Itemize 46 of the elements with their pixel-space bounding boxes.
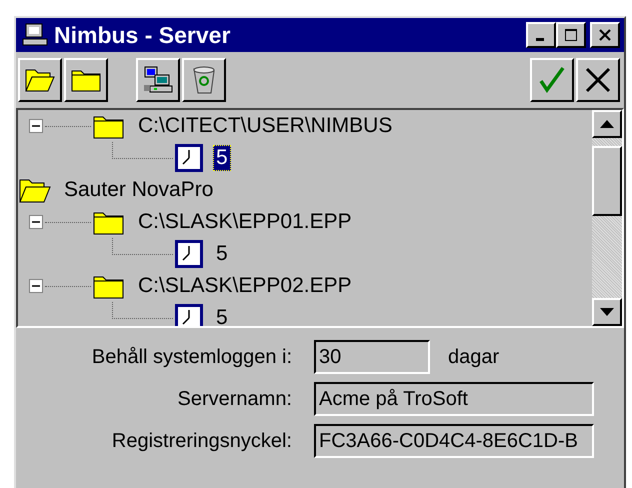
minimize-button[interactable] <box>526 22 556 48</box>
cancel-button[interactable] <box>576 58 620 102</box>
open-folder-button[interactable] <box>18 58 62 102</box>
close-button[interactable] <box>590 22 620 48</box>
maximize-button[interactable] <box>556 22 586 48</box>
scroll-down-button[interactable] <box>592 298 622 326</box>
scroll-thumb[interactable] <box>592 146 622 216</box>
maximize-icon <box>564 28 578 42</box>
tree-item[interactable]: 5 <box>213 305 231 326</box>
tree-item[interactable]: 5 <box>213 145 231 171</box>
clock-icon <box>175 304 203 326</box>
clock-icon <box>175 144 203 172</box>
collapse-icon[interactable] <box>29 215 43 229</box>
minimize-icon <box>536 38 544 40</box>
window-title: Nimbus - Server <box>54 22 230 48</box>
cross-icon <box>583 65 613 95</box>
unit-label: dagar <box>448 346 500 368</box>
folder-button[interactable] <box>64 58 108 102</box>
tree-item[interactable]: Sauter NovaPro <box>61 177 216 203</box>
input-field[interactable]: FC3A66-C0D4C4-8E6C1D-B <box>314 424 594 458</box>
up-arrow-icon <box>600 120 614 128</box>
field-label: Behåll systemloggen i: <box>90 346 292 368</box>
scroll-up-button[interactable] <box>592 110 622 138</box>
field-label: Registreringsnyckel: <box>110 430 292 452</box>
check-button[interactable] <box>530 58 574 102</box>
tree-item[interactable]: C:\SLASK\EPP02.EPP <box>135 273 355 299</box>
computer-icon <box>22 23 48 47</box>
collapse-icon[interactable] <box>29 119 43 133</box>
connector-line <box>112 302 173 319</box>
scrollbar[interactable] <box>592 110 622 326</box>
check-icon <box>537 65 567 95</box>
computers-icon <box>142 65 174 95</box>
close-icon <box>598 28 612 42</box>
field-label: Servernamn: <box>176 388 292 410</box>
down-arrow-icon <box>600 308 614 316</box>
network-computer-button[interactable] <box>136 58 180 102</box>
recycle-bin-button[interactable] <box>182 58 226 102</box>
input-field[interactable]: Acme på TroSoft <box>314 382 594 416</box>
tree-item[interactable]: 5 <box>213 241 231 267</box>
input-field[interactable]: 30 <box>314 340 430 374</box>
clock-icon <box>175 240 203 268</box>
collapse-icon[interactable] <box>29 279 43 293</box>
tree-item[interactable]: C:\SLASK\EPP01.EPP <box>135 209 355 235</box>
connector-line <box>112 142 173 159</box>
tree-item[interactable]: C:\CITECT\USER\NIMBUS <box>135 113 396 139</box>
connector-line <box>112 238 173 255</box>
